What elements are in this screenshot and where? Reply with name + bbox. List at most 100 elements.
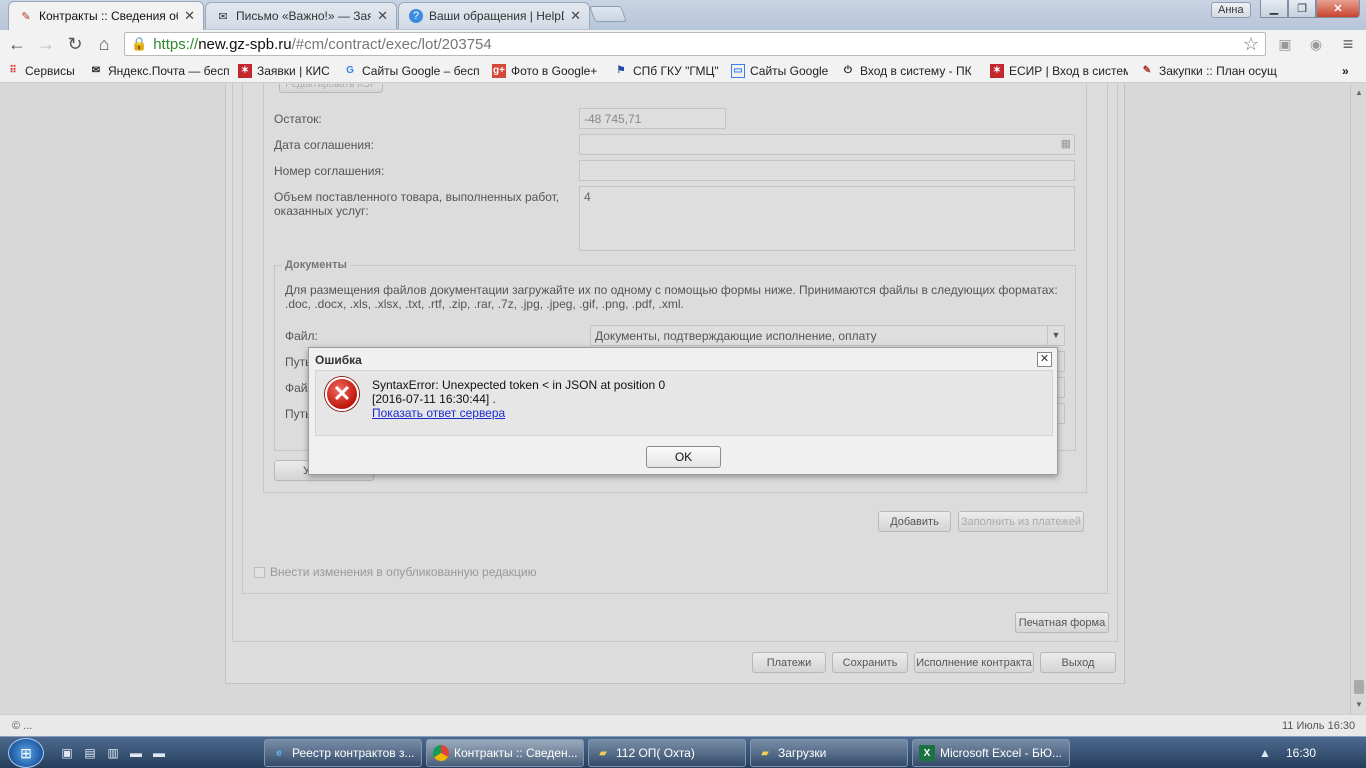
tab-contracts[interactable]: ✎ Контракты :: Сведения об ✕ (8, 1, 204, 30)
add-button[interactable]: Добавить (878, 511, 951, 532)
edit-ker-button[interactable]: Редактировать КЭР (279, 84, 383, 93)
close-tab-icon[interactable]: ✕ (377, 8, 388, 24)
taskbar-item-label: Microsoft Excel - БЮ... (940, 746, 1063, 760)
close-tab-icon[interactable]: ✕ (570, 8, 581, 24)
tab-mail[interactable]: ✉ Письмо «Важно!» — Заяв ✕ (205, 2, 397, 29)
ok-button[interactable]: OK (646, 446, 721, 468)
volume-label: Объем поставленного товара, выполненных … (274, 190, 560, 218)
page-scrollbar[interactable]: ▲ ▼ (1350, 84, 1366, 714)
taskbar-item-label: Контракты :: Сведен... (454, 746, 578, 760)
taskbar-item-downloads[interactable]: ▰ Загрузки (750, 739, 908, 767)
window-close-button[interactable]: ✕ (1316, 0, 1360, 18)
bookmark-label: СПб ГКУ "ГМЦ" (633, 63, 719, 78)
agreement-number-label: Номер соглашения: (274, 164, 385, 178)
address-bar[interactable]: 🔒 https://new.gz-spb.ru/#cm/contract/exe… (124, 32, 1266, 56)
home-icon[interactable]: ⌂ (92, 33, 116, 55)
bookmark-zakupki[interactable]: ✎ Закупки :: План осущ (1140, 62, 1280, 79)
new-tab-button[interactable] (589, 6, 627, 22)
taskbar-item-folder-okhta[interactable]: ▰ 112 ОП( Охта) (588, 739, 746, 767)
agreement-number-field[interactable] (579, 160, 1075, 181)
start-button[interactable]: ⊞ (8, 738, 44, 768)
fill-from-payments-button[interactable]: Заполнить из платежей (958, 511, 1084, 532)
url-host: new.gz-spb.ru (198, 35, 292, 53)
folder-icon: ▰ (761, 747, 769, 759)
bookmarks-bar: ⠿ Сервисы ✉ Яндекс.Почта — бесп ✶ Заявки… (0, 58, 1366, 83)
remainder-label: Остаток: (274, 112, 322, 126)
extension-icon[interactable]: ▣ (1275, 34, 1295, 54)
taskbar-item-excel[interactable]: X Microsoft Excel - БЮ... (912, 739, 1070, 767)
drive-icon[interactable]: ▬ (150, 745, 168, 761)
copyright-text: © ... (12, 720, 33, 732)
taskbar-item-ie[interactable]: e Реестр контрактов з... (264, 739, 422, 767)
google-icon: G (346, 65, 354, 76)
browser-toolbar: ← → ↻ ⌂ 🔒 https://new.gz-spb.ru/#cm/cont… (0, 30, 1366, 58)
bookmark-gmc[interactable]: ⚑ СПб ГКУ "ГМЦ" (614, 62, 722, 79)
show-server-response-link[interactable]: Показать ответ сервера (372, 406, 505, 420)
bookmark-services[interactable]: ⠿ Сервисы (6, 62, 82, 79)
bookmark-star-icon[interactable]: ☆ (1243, 34, 1259, 55)
bookmark-esir[interactable]: ✶ ЕСИР | Вход в систем (990, 62, 1128, 79)
taskbar-clock[interactable]: 16:30 (1286, 746, 1316, 760)
publish-checkbox[interactable] (254, 567, 265, 578)
emblem-icon: ✶ (990, 63, 1004, 78)
scroll-thumb[interactable] (1354, 680, 1364, 694)
calendar-icon[interactable]: ▦ (1061, 137, 1071, 150)
drive-icon[interactable]: ▬ (127, 745, 145, 761)
bookmarks-overflow-icon[interactable]: » (1342, 62, 1358, 79)
volume-textarea[interactable]: 4 (579, 186, 1075, 251)
minimize-button[interactable]: ▁ (1260, 0, 1288, 18)
bookmark-label: Сервисы (25, 63, 75, 78)
error-icon: ✕ (325, 377, 359, 411)
payments-button[interactable]: Платежи (752, 652, 826, 673)
eye-extension-icon[interactable]: ◉ (1306, 34, 1326, 54)
bookmark-google-sites[interactable]: G Сайты Google – бесп (343, 62, 481, 79)
bookmark-kis[interactable]: ✶ Заявки | КИС (238, 62, 336, 79)
bookmark-label: Заявки | КИС (257, 63, 330, 78)
quick-launch-icon[interactable]: ▥ (104, 745, 122, 761)
scroll-down-icon[interactable]: ▼ (1355, 700, 1363, 709)
forward-arrow-icon[interactable]: → (34, 33, 58, 55)
bookmark-label: ЕСИР | Вход в систем (1009, 63, 1128, 78)
dialog-close-icon[interactable]: ✕ (1037, 352, 1052, 367)
save-button[interactable]: Сохранить (832, 652, 908, 673)
browser-tab-strip: ✎ Контракты :: Сведения об ✕ ✉ Письмо «В… (0, 0, 1366, 30)
taskbar-item-label: 112 ОП( Охта) (616, 746, 695, 760)
close-tab-icon[interactable]: ✕ (184, 8, 195, 24)
sites-icon: ▭ (731, 63, 745, 78)
back-arrow-icon[interactable]: ← (5, 33, 29, 55)
bookmark-google-photos[interactable]: g+ Фото в Google+ (492, 62, 604, 79)
profile-badge[interactable]: Анна (1211, 2, 1251, 18)
agreement-date-field[interactable]: ▦ (579, 134, 1075, 155)
excel-icon: X (919, 745, 935, 761)
ie-icon: e (276, 747, 282, 759)
exit-button[interactable]: Выход (1040, 652, 1116, 673)
bookmark-label: Сайты Google – бесп (362, 63, 480, 78)
file-type-select[interactable]: Документы, подтверждающие исполнение, оп… (590, 325, 1065, 346)
quick-launch-icon[interactable]: ▣ (58, 745, 76, 761)
print-form-button[interactable]: Печатная форма (1015, 612, 1109, 633)
taskbar-item-label: Реестр контрактов з... (292, 746, 415, 760)
tab-helpdesk[interactable]: ? Ваши обращения | HelpD ✕ (398, 2, 590, 29)
chrome-icon (433, 745, 449, 761)
menu-icon[interactable]: ≡ (1338, 34, 1358, 54)
bookmark-sites-google[interactable]: ▭ Сайты Google (731, 62, 831, 79)
file-type-value: Документы, подтверждающие исполнение, оп… (595, 329, 877, 343)
scroll-up-icon[interactable]: ▲ (1355, 88, 1363, 97)
help-icon: ? (409, 9, 423, 23)
bookmark-yandex-mail[interactable]: ✉ Яндекс.Почта — бесп (89, 62, 229, 79)
show-hidden-icons-icon[interactable]: ▲ (1256, 745, 1274, 761)
chevron-down-icon[interactable]: ▼ (1047, 326, 1064, 345)
quick-launch-icon[interactable]: ▤ (81, 745, 99, 761)
reload-icon[interactable]: ↻ (63, 33, 87, 55)
taskbar-item-chrome[interactable]: Контракты :: Сведен... (426, 739, 584, 767)
server-response-link-wrap: Показать ответ сервера (372, 406, 505, 420)
remainder-field[interactable]: -48 745,71 (579, 108, 726, 129)
folder-icon: ▰ (599, 747, 607, 759)
maximize-button[interactable]: ❐ (1288, 0, 1316, 18)
power-icon: ⏻ (844, 65, 852, 76)
tab-title: Контракты :: Сведения об (39, 9, 179, 23)
dialog-title: Ошибка (315, 353, 362, 367)
contract-execution-button[interactable]: Исполнение контракта (914, 652, 1034, 673)
bookmark-login-pk[interactable]: ⏻ Вход в систему - ПК (841, 62, 975, 79)
flag-icon: ⚑ (616, 65, 626, 76)
